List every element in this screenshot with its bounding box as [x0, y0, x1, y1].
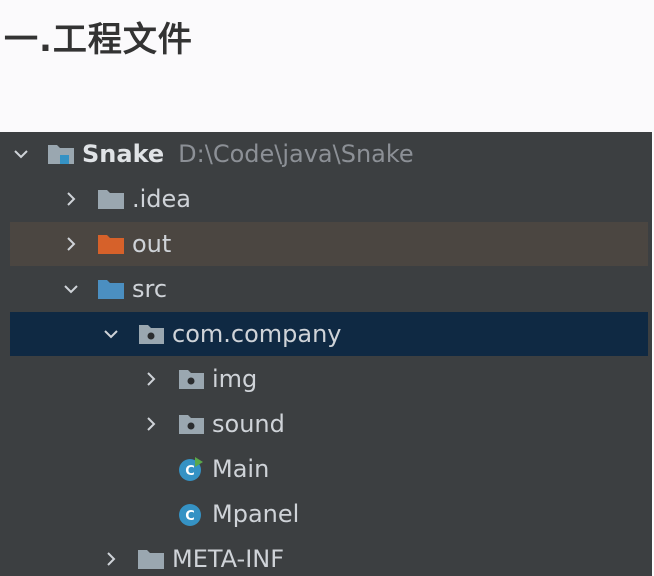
- tree-row-project[interactable]: Snake D:\Code\java\Snake: [10, 132, 648, 176]
- tree-row-com-company[interactable]: com.company: [10, 312, 648, 356]
- chevron-right-icon[interactable]: [60, 233, 82, 255]
- class-icon: C: [176, 501, 206, 527]
- project-folder-icon: [46, 141, 76, 167]
- tree-label: src: [132, 275, 168, 303]
- tree-row-main[interactable]: C Main: [10, 447, 648, 491]
- source-folder-icon: [96, 276, 126, 302]
- tree-row-mpanel[interactable]: C Mpanel: [10, 492, 648, 536]
- project-path: D:\Code\java\Snake: [178, 140, 414, 168]
- chevron-right-icon[interactable]: [140, 368, 162, 390]
- tree-row-idea[interactable]: .idea: [10, 177, 648, 221]
- tree-row-meta-inf[interactable]: META-INF: [10, 537, 648, 576]
- tree-label: Mpanel: [212, 500, 300, 528]
- package-icon: [176, 366, 206, 392]
- chevron-right-icon[interactable]: [100, 548, 122, 570]
- tree-label: Snake: [82, 140, 165, 168]
- svg-text:C: C: [185, 509, 195, 524]
- tree-label: Main: [212, 455, 270, 483]
- tree-row-src[interactable]: src: [10, 267, 648, 311]
- chevron-right-icon[interactable]: [140, 413, 162, 435]
- runnable-class-icon: C: [176, 456, 206, 482]
- excluded-folder-icon: [96, 231, 126, 257]
- project-tree: Snake D:\Code\java\Snake .idea out src c…: [0, 132, 652, 576]
- tree-label: META-INF: [172, 545, 285, 573]
- tree-label: img: [212, 365, 258, 393]
- tree-row-img[interactable]: img: [10, 357, 648, 401]
- tree-label: com.company: [172, 320, 342, 348]
- folder-icon: [136, 546, 166, 572]
- tree-row-sound[interactable]: sound: [10, 402, 648, 446]
- page-heading: 一.工程文件: [4, 20, 193, 60]
- svg-text:C: C: [185, 464, 195, 479]
- chevron-down-icon[interactable]: [10, 143, 32, 165]
- chevron-right-icon[interactable]: [60, 188, 82, 210]
- chevron-down-icon[interactable]: [100, 323, 122, 345]
- tree-label: .idea: [132, 185, 192, 213]
- chevron-down-icon[interactable]: [60, 278, 82, 300]
- folder-icon: [96, 186, 126, 212]
- tree-label: out: [132, 230, 172, 258]
- package-icon: [136, 321, 166, 347]
- tree-row-out[interactable]: out: [10, 222, 648, 266]
- package-icon: [176, 411, 206, 437]
- tree-label: sound: [212, 410, 285, 438]
